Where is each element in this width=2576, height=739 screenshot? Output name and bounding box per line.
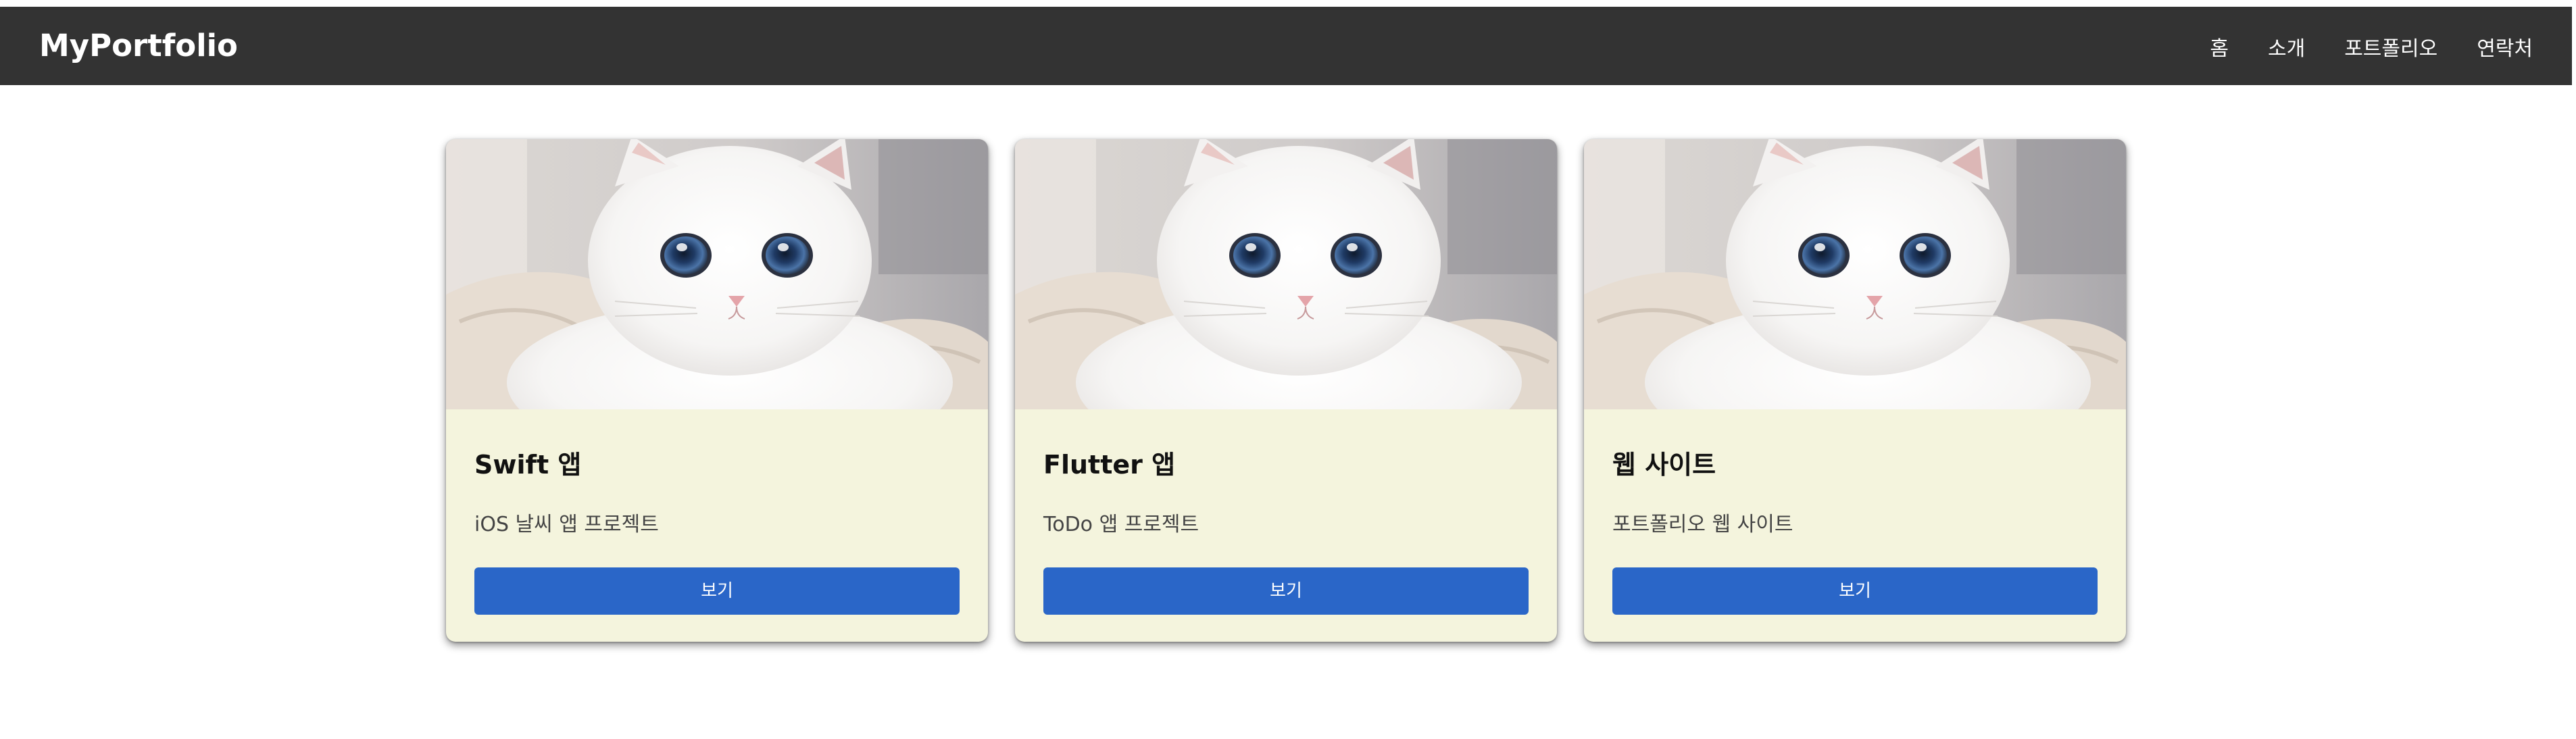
portfolio-card: Swift 앱 iOS 날씨 앱 프로젝트 보기 bbox=[446, 139, 988, 642]
card-image-cat bbox=[1584, 139, 2126, 409]
portfolio-card-list: Swift 앱 iOS 날씨 앱 프로젝트 보기 Flutter 앱 ToDo … bbox=[446, 139, 2126, 642]
cat-photo-illustration bbox=[1584, 139, 2126, 409]
nav-link-portfolio[interactable]: 포트폴리오 bbox=[2344, 36, 2437, 62]
portfolio-card: 웹 사이트 포트폴리오 웹 사이트 보기 bbox=[1584, 139, 2126, 642]
view-button[interactable]: 보기 bbox=[1043, 567, 1529, 615]
card-description: 포트폴리오 웹 사이트 bbox=[1612, 513, 1793, 536]
portfolio-card: Flutter 앱 ToDo 앱 프로젝트 보기 bbox=[1015, 139, 1557, 642]
view-button[interactable]: 보기 bbox=[1612, 567, 2098, 615]
card-description: ToDo 앱 프로젝트 bbox=[1043, 513, 1199, 536]
nav-link-home[interactable]: 홈 bbox=[2210, 36, 2229, 62]
cat-photo-illustration bbox=[1015, 139, 1557, 409]
nav-link-contact[interactable]: 연락처 bbox=[2477, 36, 2533, 62]
card-image-cat bbox=[446, 139, 988, 409]
card-title: Flutter 앱 bbox=[1043, 449, 1176, 480]
card-description: iOS 날씨 앱 프로젝트 bbox=[474, 513, 659, 536]
top-navigation-bar: MyPortfolio 홈 소개 포트폴리오 연락처 bbox=[0, 7, 2572, 85]
nav-link-about[interactable]: 소개 bbox=[2268, 36, 2305, 62]
main-nav: 홈 소개 포트폴리오 연락처 bbox=[2210, 36, 2533, 62]
view-button[interactable]: 보기 bbox=[474, 567, 960, 615]
card-title: Swift 앱 bbox=[474, 449, 582, 480]
card-title: 웹 사이트 bbox=[1612, 449, 1716, 480]
cat-photo-illustration bbox=[446, 139, 988, 409]
card-image-cat bbox=[1015, 139, 1557, 409]
site-logo[interactable]: MyPortfolio bbox=[39, 30, 238, 62]
